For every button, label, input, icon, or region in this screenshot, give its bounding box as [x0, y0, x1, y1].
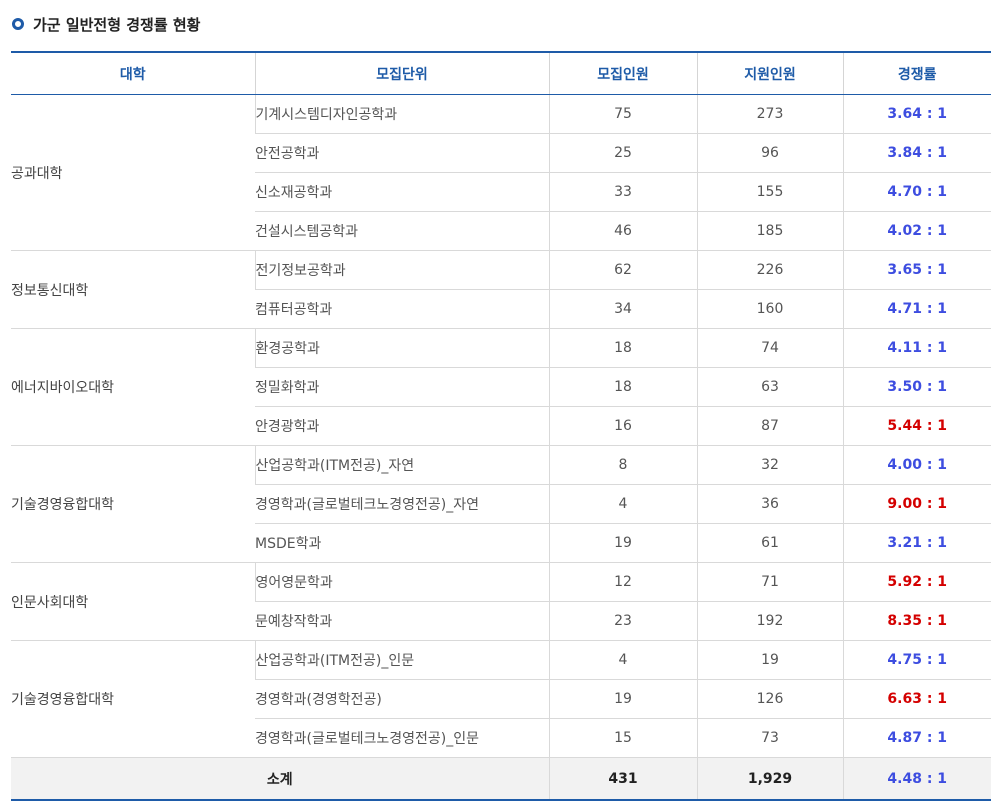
- circle-bullet-icon: [12, 18, 24, 30]
- applicants-cell: 155: [696, 172, 843, 212]
- header-unit: 모집단위: [254, 52, 549, 95]
- ratio-cell: 5.92 : 1: [842, 562, 991, 602]
- unit-cell: 영어영문학과: [254, 562, 549, 602]
- quota-cell: 19: [548, 679, 697, 719]
- total-label: 소계: [11, 757, 549, 800]
- section-title-text: 가군 일반전형 경쟁률 현황: [33, 15, 201, 34]
- college-cell: 에너지바이오대학: [11, 328, 255, 446]
- ratio-cell: 3.21 : 1: [842, 523, 991, 563]
- quota-cell: 46: [548, 211, 697, 251]
- unit-cell: 안전공학과: [255, 133, 549, 173]
- college-cell: 정보통신대학: [11, 250, 255, 329]
- table-row: 인문사회대학 영어영문학과 12 71 5.92 : 1: [11, 562, 991, 641]
- quota-cell: 8: [548, 445, 697, 485]
- unit-cell: 경영학과(경영학전공): [255, 679, 549, 719]
- unit-cell: 문예창작학과: [255, 601, 549, 641]
- header-quota: 모집인원: [548, 52, 697, 95]
- unit-cell: 컴퓨터공학과: [255, 289, 549, 329]
- total-quota: 431: [548, 757, 697, 800]
- section-title: 가군 일반전형 경쟁률 현황: [12, 11, 200, 37]
- quota-cell: 15: [548, 718, 697, 758]
- ratio-cell: 3.84 : 1: [842, 133, 991, 173]
- applicants-cell: 32: [696, 445, 843, 485]
- quota-cell: 34: [548, 289, 697, 329]
- quota-cell: 75: [548, 94, 697, 134]
- applicants-cell: 19: [696, 640, 843, 680]
- unit-cell: 경영학과(글로벌테크노경영전공)_자연: [255, 484, 549, 524]
- header-ratio: 경쟁률: [842, 52, 991, 95]
- unit-cell: 산업공학과(ITM전공)_자연: [254, 445, 549, 485]
- ratio-cell: 3.65 : 1: [842, 250, 991, 290]
- total-row: 소계 431 1,929 4.48 : 1: [11, 757, 991, 800]
- ratio-cell: 8.35 : 1: [842, 601, 991, 641]
- applicants-cell: 273: [696, 94, 843, 134]
- ratio-cell: 6.63 : 1: [842, 679, 991, 719]
- quota-cell: 19: [548, 523, 697, 563]
- unit-cell: 환경공학과: [254, 328, 549, 368]
- unit-cell: 건설시스템공학과: [255, 211, 549, 251]
- applicants-cell: 126: [696, 679, 843, 719]
- college-cell: 기술경영융합대학: [11, 445, 255, 563]
- header-college: 대학: [11, 52, 255, 95]
- quota-cell: 33: [548, 172, 697, 212]
- table-body: 공과대학 기계시스템디자인공학과 75 273 3.64 : 1 안전공학과 25 96 3.8…: [11, 94, 991, 800]
- applicants-cell: 61: [696, 523, 843, 563]
- ratio-cell: 4.70 : 1: [842, 172, 991, 212]
- table-row: 정보통신대학 전기정보공학과 62 226 3.65 : 1: [11, 250, 991, 329]
- unit-cell: 신소재공학과: [255, 172, 549, 212]
- unit-cell: MSDE학과: [255, 523, 549, 563]
- applicants-cell: 87: [696, 406, 843, 446]
- table-row: 공과대학 기계시스템디자인공학과 75 273 3.64 : 1: [11, 94, 991, 251]
- applicants-cell: 96: [696, 133, 843, 173]
- unit-cell: 산업공학과(ITM전공)_인문: [254, 640, 549, 680]
- header-applicants: 지원인원: [696, 52, 843, 95]
- quota-cell: 62: [548, 250, 697, 290]
- ratio-cell: 4.71 : 1: [842, 289, 991, 329]
- competition-table: 대학 모집단위 모집인원 지원인원 경쟁률 공과대학 기계시스템디자인공학과 75 2…: [11, 51, 991, 801]
- college-cell: 공과대학: [11, 94, 255, 251]
- unit-cell: 기계시스템디자인공학과: [254, 94, 549, 134]
- quota-cell: 18: [548, 367, 697, 407]
- applicants-cell: 73: [696, 718, 843, 758]
- table-row: 기술경영융합대학 산업공학과(ITM전공)_인문 4 19 4.75 : 1: [11, 640, 991, 758]
- quota-cell: 18: [548, 328, 697, 368]
- total-ratio: 4.48 : 1: [842, 757, 991, 800]
- quota-cell: 4: [548, 640, 697, 680]
- ratio-cell: 5.44 : 1: [842, 406, 991, 446]
- ratio-cell: 3.50 : 1: [842, 367, 991, 407]
- unit-cell: 정밀화학과: [255, 367, 549, 407]
- table-row: 기술경영융합대학 산업공학과(ITM전공)_자연 8 32 4.00 : 1: [11, 445, 991, 563]
- total-applicants: 1,929: [696, 757, 843, 800]
- applicants-cell: 63: [696, 367, 843, 407]
- applicants-cell: 226: [696, 250, 843, 290]
- quota-cell: 4: [548, 484, 697, 524]
- ratio-cell: 4.00 : 1: [842, 445, 991, 485]
- table-header-row: 대학 모집단위 모집인원 지원인원 경쟁률: [11, 52, 991, 95]
- unit-cell: 경영학과(글로벌테크노경영전공)_인문: [255, 718, 549, 758]
- quota-cell: 16: [548, 406, 697, 446]
- table-row: 에너지바이오대학 환경공학과 18 74 4.11 : 1: [11, 328, 991, 446]
- applicants-cell: 36: [696, 484, 843, 524]
- unit-cell: 전기정보공학과: [254, 250, 549, 290]
- applicants-cell: 74: [696, 328, 843, 368]
- ratio-cell: 4.02 : 1: [842, 211, 991, 251]
- ratio-cell: 4.75 : 1: [842, 640, 991, 680]
- college-cell: 기술경영융합대학: [11, 640, 255, 758]
- quota-cell: 12: [548, 562, 697, 602]
- ratio-cell: 3.64 : 1: [842, 94, 991, 134]
- applicants-cell: 192: [696, 601, 843, 641]
- quota-cell: 23: [548, 601, 697, 641]
- unit-cell: 안경광학과: [255, 406, 549, 446]
- ratio-cell: 4.87 : 1: [842, 718, 991, 758]
- college-cell: 인문사회대학: [11, 562, 255, 641]
- ratio-cell: 9.00 : 1: [842, 484, 991, 524]
- applicants-cell: 71: [696, 562, 843, 602]
- quota-cell: 25: [548, 133, 697, 173]
- applicants-cell: 185: [696, 211, 843, 251]
- applicants-cell: 160: [696, 289, 843, 329]
- ratio-cell: 4.11 : 1: [842, 328, 991, 368]
